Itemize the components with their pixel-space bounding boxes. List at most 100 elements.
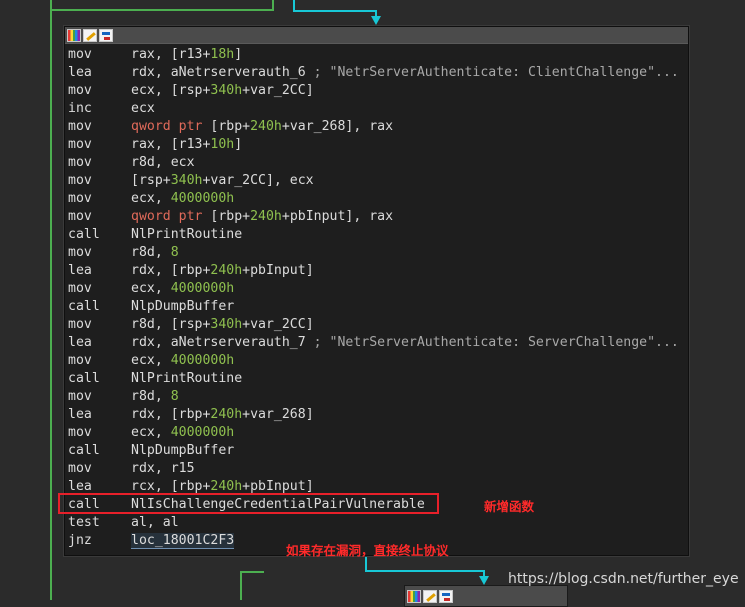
instruction-mnemonic[interactable]: mov <box>68 388 92 406</box>
instruction-line[interactable]: mov [rsp+340h+var_2CC], ecx <box>65 172 688 190</box>
operand-token: ecx, <box>131 353 171 368</box>
instruction-mnemonic[interactable]: mov <box>68 244 92 262</box>
instruction-operands[interactable]: al, al <box>131 514 179 532</box>
instruction-line[interactable]: lea rdx, aNetrserverauth_6 ; "NetrServerA… <box>65 64 688 82</box>
instruction-operands[interactable]: qword ptr [rbp+240h+var_268], rax <box>131 118 393 136</box>
instruction-line[interactable]: mov r8d, ecx <box>65 154 688 172</box>
operand-token: rax, [r13+ <box>131 137 211 152</box>
instruction-line[interactable]: mov r8d, 8 <box>65 244 688 262</box>
instruction-mnemonic[interactable]: lea <box>68 262 92 280</box>
next-node-titlebar[interactable] <box>404 585 568 607</box>
disassembly-node[interactable]: mov rax, [r13+18h] lea rdx, aNetrserverauth… <box>64 26 689 556</box>
instruction-line[interactable]: lea rdx, [rbp+240h+pbInput] <box>65 262 688 280</box>
instruction-line[interactable]: mov rax, [r13+10h] <box>65 136 688 154</box>
instruction-operands[interactable]: r8d, 8 <box>131 244 179 262</box>
instruction-operands[interactable]: rax, [r13+18h] <box>131 46 242 64</box>
instruction-operands[interactable]: ecx, 4000000h <box>131 424 234 442</box>
instruction-mnemonic[interactable]: call <box>68 442 100 460</box>
operand-token: +pbInput] <box>242 479 314 494</box>
instruction-mnemonic[interactable]: mov <box>68 118 92 136</box>
instruction-mnemonic[interactable]: lea <box>68 334 92 352</box>
instruction-operands[interactable]: ecx, 4000000h <box>131 280 234 298</box>
instruction-line[interactable]: mov ecx, 4000000h <box>65 352 688 370</box>
instruction-operands[interactable]: ecx, 4000000h <box>131 352 234 370</box>
instruction-mnemonic[interactable]: call <box>68 370 100 388</box>
instruction-operands[interactable]: [rsp+340h+var_2CC], ecx <box>131 172 314 190</box>
operand-branch-target[interactable]: loc_18001C2F3 <box>131 533 235 549</box>
instruction-line[interactable]: mov r8d, [rsp+340h+var_2CC] <box>65 316 688 334</box>
instruction-mnemonic[interactable]: lea <box>68 406 92 424</box>
edge-top-cyan-horizontal <box>293 10 376 12</box>
graph-overview-icon[interactable] <box>439 589 453 603</box>
instruction-operands[interactable]: loc_18001C2F3 <box>131 532 235 550</box>
instruction-line[interactable]: lea rdx, [rbp+240h+var_268] <box>65 406 688 424</box>
instruction-line[interactable]: mov rdx, r15 <box>65 460 688 478</box>
instruction-operands[interactable]: rax, [r13+10h] <box>131 136 242 154</box>
instruction-mnemonic[interactable]: lea <box>68 64 92 82</box>
edit-pencil-icon[interactable] <box>423 589 437 603</box>
instruction-operands[interactable]: NlPrintRoutine <box>131 370 242 388</box>
instruction-line[interactable]: mov qword ptr [rbp+240h+var_268], rax <box>65 118 688 136</box>
instruction-operands[interactable]: rdx, aNetrserverauth_6 ; "NetrServerAuth… <box>131 64 679 82</box>
instruction-operands[interactable]: NlpDumpBuffer <box>131 442 234 460</box>
instruction-line[interactable]: mov ecx, [rsp+340h+var_2CC] <box>65 82 688 100</box>
graph-overview-icon[interactable] <box>99 28 113 42</box>
operand-token: 240h <box>210 263 243 278</box>
instruction-line[interactable]: call NlpDumpBuffer <box>65 298 688 316</box>
instruction-operands[interactable]: r8d, ecx <box>131 154 195 172</box>
instruction-mnemonic[interactable]: mov <box>68 424 92 442</box>
instruction-mnemonic[interactable]: mov <box>68 136 92 154</box>
instruction-operands[interactable]: rdx, [rbp+240h+var_268] <box>131 406 314 424</box>
instruction-line[interactable]: mov r8d, 8 <box>65 388 688 406</box>
instruction-operands[interactable]: NlpDumpBuffer <box>131 298 234 316</box>
instruction-operands[interactable]: rdx, r15 <box>131 460 195 478</box>
operand-token: rdx, aNetrserverauth_6 <box>131 65 314 80</box>
instruction-mnemonic[interactable]: call <box>68 298 100 316</box>
operand-token: ] <box>234 137 243 152</box>
instruction-operands[interactable]: qword ptr [rbp+240h+pbInput], rax <box>131 208 393 226</box>
instruction-operands[interactable]: NlPrintRoutine <box>131 226 242 244</box>
operand-function-name[interactable]: NlpDumpBuffer <box>131 443 234 458</box>
instruction-mnemonic[interactable]: call <box>68 226 100 244</box>
instruction-operands[interactable]: r8d, 8 <box>131 388 179 406</box>
instruction-mnemonic[interactable]: inc <box>68 100 92 118</box>
color-palette-icon[interactable] <box>407 589 421 603</box>
instruction-mnemonic[interactable]: mov <box>68 154 92 172</box>
instruction-line[interactable]: inc ecx <box>65 100 688 118</box>
instruction-line[interactable]: mov ecx, 4000000h <box>65 280 688 298</box>
instruction-mnemonic[interactable]: test <box>68 514 100 532</box>
instruction-line[interactable]: mov rax, [r13+18h] <box>65 46 688 64</box>
instruction-operands[interactable]: ecx, [rsp+340h+var_2CC] <box>131 82 314 100</box>
operand-function-name[interactable]: NlPrintRoutine <box>131 371 242 386</box>
instruction-mnemonic[interactable]: mov <box>68 82 92 100</box>
edit-pencil-icon[interactable] <box>83 28 97 42</box>
instruction-mnemonic[interactable]: mov <box>68 190 92 208</box>
instruction-mnemonic[interactable]: mov <box>68 316 92 334</box>
instruction-operands[interactable]: ecx <box>131 100 155 118</box>
operand-token: 4000000h <box>170 281 235 296</box>
instruction-operands[interactable]: rdx, [rbp+240h+pbInput] <box>131 262 314 280</box>
instruction-mnemonic[interactable]: mov <box>68 280 92 298</box>
instruction-mnemonic[interactable]: mov <box>68 172 92 190</box>
operand-token: rdx, [rbp+ <box>131 263 211 278</box>
instruction-mnemonic[interactable]: mov <box>68 460 92 478</box>
operand-function-name[interactable]: NlPrintRoutine <box>131 227 242 242</box>
instruction-line[interactable]: mov qword ptr [rbp+240h+pbInput], rax <box>65 208 688 226</box>
instruction-mnemonic[interactable]: mov <box>68 352 92 370</box>
instruction-line[interactable]: lea rdx, aNetrserverauth_7 ; "NetrServerA… <box>65 334 688 352</box>
operand-function-name[interactable]: NlpDumpBuffer <box>131 299 234 314</box>
instruction-line[interactable]: mov ecx, 4000000h <box>65 424 688 442</box>
instruction-line[interactable]: call NlPrintRoutine <box>65 370 688 388</box>
instruction-operands[interactable]: ecx, 4000000h <box>131 190 234 208</box>
node-titlebar[interactable] <box>65 27 688 44</box>
instruction-line[interactable]: call NlpDumpBuffer <box>65 442 688 460</box>
instruction-mnemonic[interactable]: mov <box>68 208 92 226</box>
instruction-mnemonic[interactable]: mov <box>68 46 92 64</box>
instruction-line[interactable]: test al, al <box>65 514 688 532</box>
instruction-operands[interactable]: r8d, [rsp+340h+var_2CC] <box>131 316 314 334</box>
color-palette-icon[interactable] <box>67 28 81 42</box>
instruction-mnemonic[interactable]: jnz <box>68 532 92 550</box>
instruction-operands[interactable]: rdx, aNetrserverauth_7 ; "NetrServerAuth… <box>131 334 679 352</box>
instruction-line[interactable]: mov ecx, 4000000h <box>65 190 688 208</box>
instruction-line[interactable]: call NlPrintRoutine <box>65 226 688 244</box>
